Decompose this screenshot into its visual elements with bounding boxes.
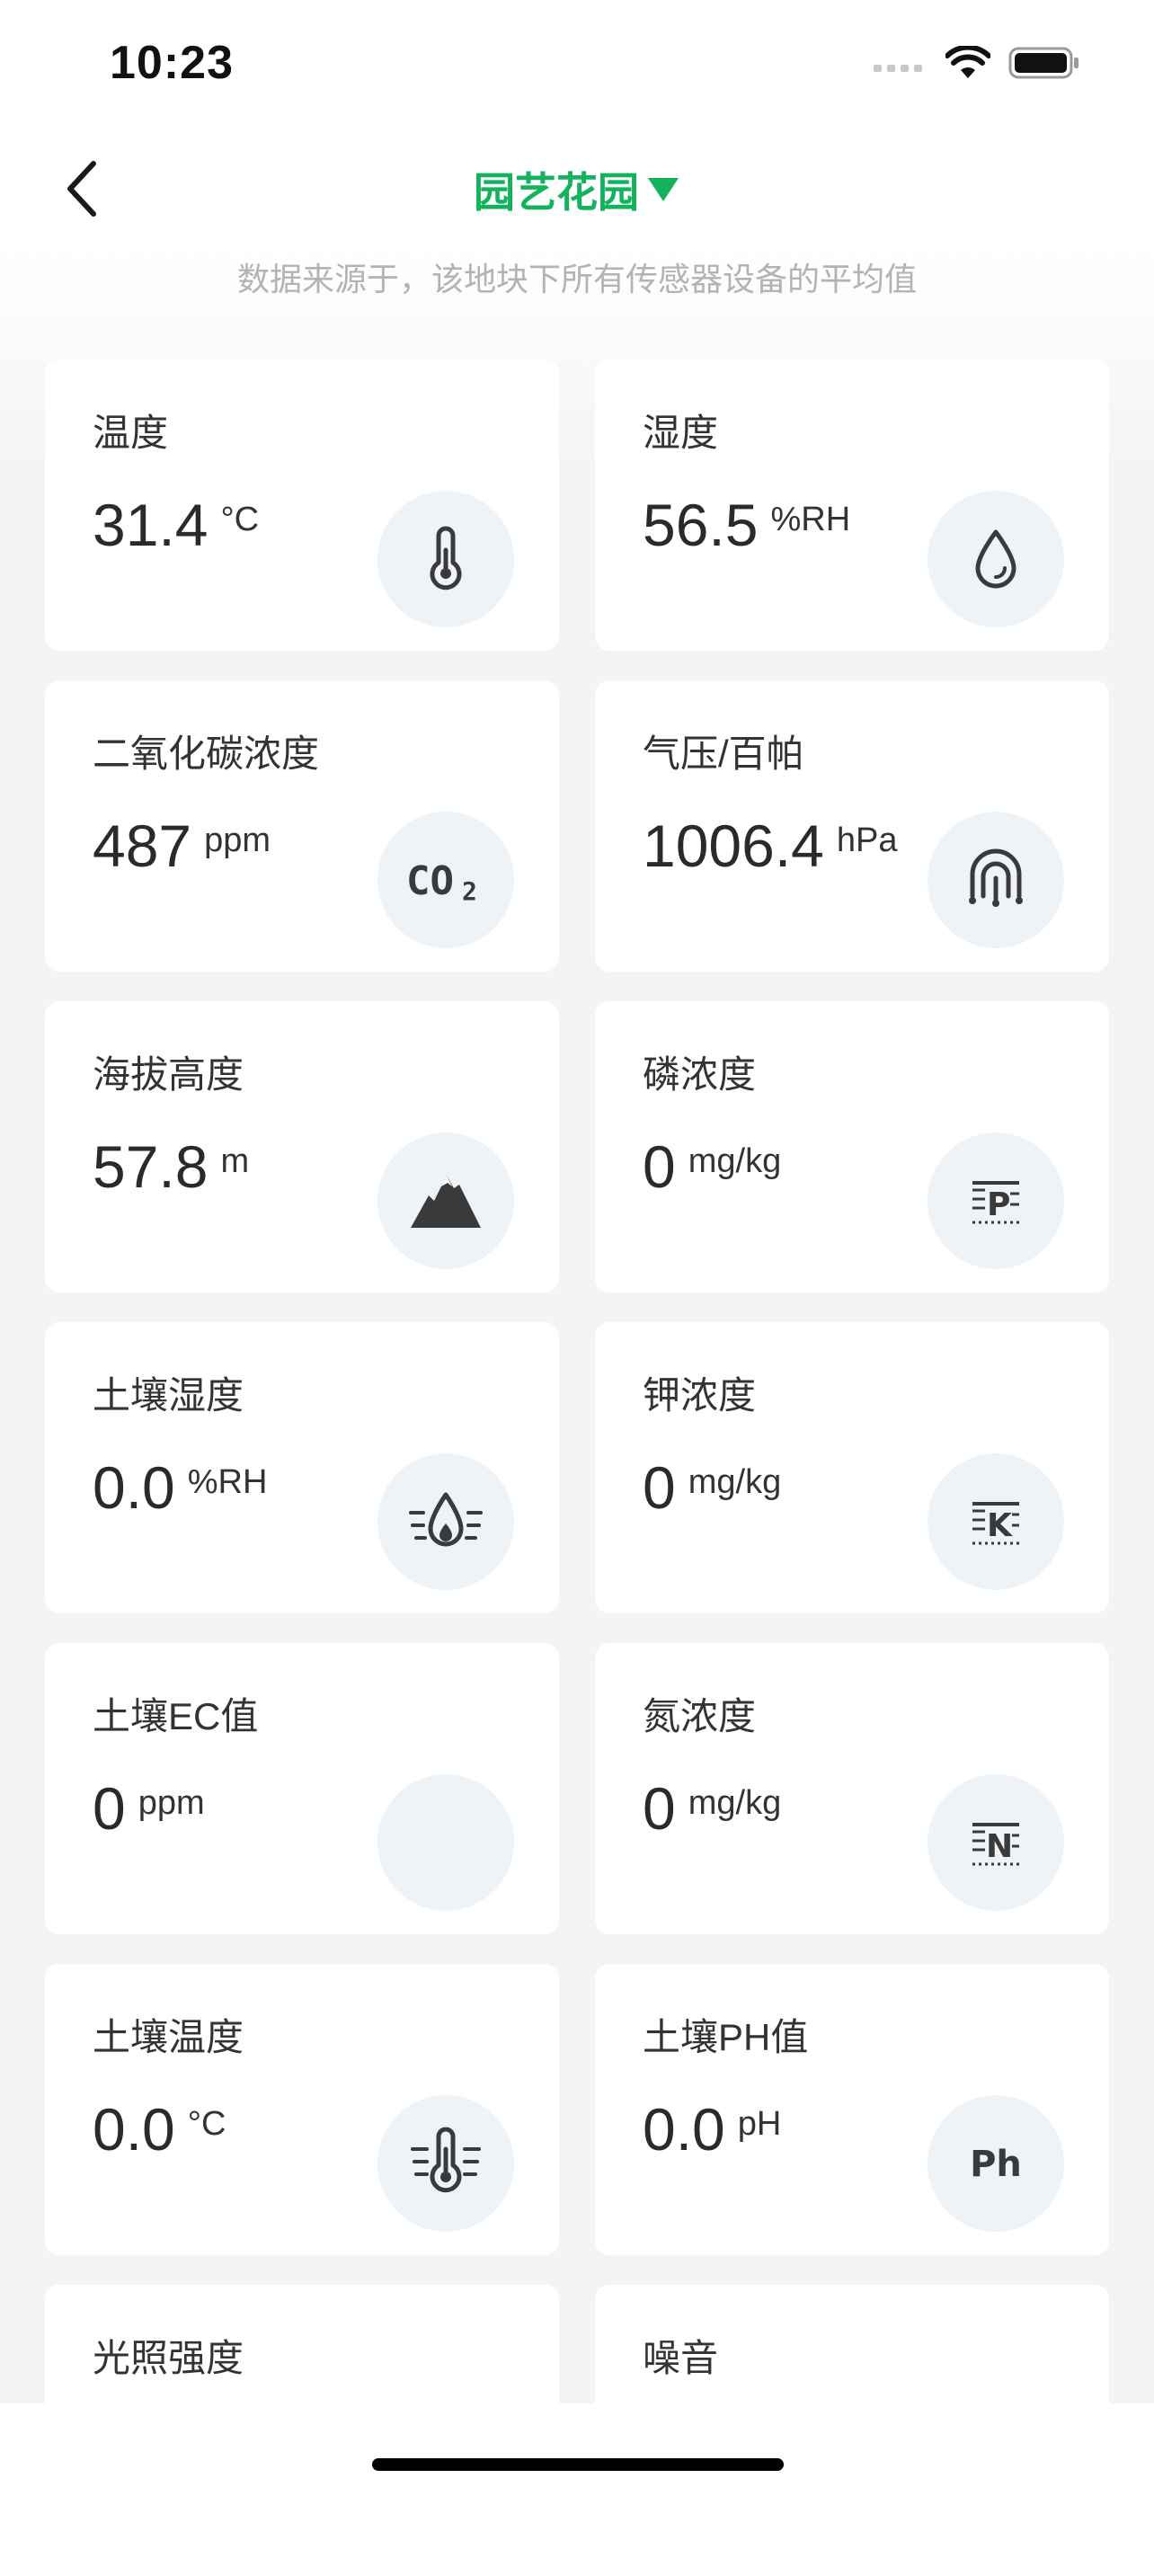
card-value: 57.8 [93,1133,209,1200]
card-reading: 1006.4 hPa [643,813,898,878]
status-time: 10:23 [110,37,234,89]
soil-temperature-icon [377,2095,514,2232]
thermometer-icon [377,491,514,627]
card-value: 0.0 [643,2096,725,2163]
svg-text:P: P [987,1186,1010,1223]
card-label: 噪音 [643,2337,719,2379]
card-reading: 0 ppm [93,1776,205,1841]
svg-text:2: 2 [462,876,477,906]
nitrogen-icon: N [928,1774,1064,1911]
mountain-icon [377,1133,514,1269]
ph-icon: Ph [928,2095,1064,2232]
card-reading: 0 mg/kg [643,1455,781,1520]
card-reading: 57.8 m [93,1134,249,1199]
card-reading: 0 mg/kg [643,1134,781,1199]
card-value: 487 [93,813,192,879]
water-drop-icon [928,491,1064,627]
card-value: 0 [643,1775,676,1842]
card-unit: %RH [187,1463,268,1501]
sensor-grid: 温度 31.4 °C 湿度 56.5 %RH 二氧化碳浓度 487 ppm CO… [45,360,1109,2576]
potassium-icon: K [928,1453,1064,1590]
card-reading: 0.0 pH [643,2097,781,2162]
phosphorus-icon: P [928,1133,1064,1269]
card-label: 氮浓度 [643,1695,757,1737]
card-label: 土壤温度 [93,2016,244,2058]
card-unit: °C [187,2105,226,2143]
card-value: 0.0 [93,1454,175,1521]
card-value: 0 [643,1454,676,1521]
card-unit: mg/kg [688,1784,782,1822]
card-value: 31.4 [93,492,209,558]
card-label: 二氧化碳浓度 [93,733,320,775]
battery-icon [1008,46,1080,84]
card-unit: ppm [204,822,271,859]
ec-icon [377,1774,514,1911]
sensor-card-temperature[interactable]: 温度 31.4 °C [45,360,559,651]
card-label: 温度 [93,412,169,454]
sensor-card-co2[interactable]: 二氧化碳浓度 487 ppm CO 2 [45,680,559,972]
sensor-card-soil-moisture[interactable]: 土壤湿度 0.0 %RH [45,1322,559,1613]
card-unit: mg/kg [688,1463,782,1501]
pressure-icon [928,812,1064,948]
caret-down-icon [648,178,679,201]
card-reading: 0.0 °C [93,2097,226,2162]
plot-selector[interactable]: 园艺花园 [0,160,1154,219]
bottom-safe-area [0,2403,1154,2497]
card-unit: mg/kg [688,1142,782,1180]
card-reading: 487 ppm [93,813,271,878]
svg-text:CO: CO [406,858,454,904]
card-unit: °C [220,501,260,538]
card-value: 56.5 [643,492,759,558]
wifi-icon [945,44,991,84]
card-label: 钾浓度 [643,1374,757,1417]
status-icons [874,44,1080,84]
card-label: 土壤EC值 [93,1695,259,1737]
card-reading: 0 mg/kg [643,1776,781,1841]
card-reading: 31.4 °C [93,493,259,557]
nav-bar: 园艺花园 [0,144,1154,234]
sensor-card-nitrogen[interactable]: 氮浓度 0 mg/kg N [595,1643,1109,1934]
sensor-card-soil-ec[interactable]: 土壤EC值 0 ppm [45,1643,559,1934]
card-value: 0 [93,1775,126,1842]
card-label: 土壤湿度 [93,1374,244,1417]
sensor-card-soil-ph[interactable]: 土壤PH值 0.0 pH Ph [595,1964,1109,2255]
card-unit: ppm [138,1784,205,1822]
card-label: 海拔高度 [93,1053,244,1096]
sensor-card-potassium[interactable]: 钾浓度 0 mg/kg K [595,1322,1109,1613]
card-unit: %RH [770,501,851,538]
sensor-card-altitude[interactable]: 海拔高度 57.8 m [45,1001,559,1292]
card-value: 1006.4 [643,813,824,879]
svg-text:Ph: Ph [970,2144,1022,2185]
soil-moisture-icon [377,1453,514,1590]
card-unit: hPa [836,822,898,859]
card-reading: 56.5 %RH [643,493,850,557]
status-bar: 10:23 [0,0,1154,126]
card-unit: m [220,1142,250,1180]
card-value: 0 [643,1133,676,1200]
card-label: 光照强度 [93,2337,244,2379]
co2-icon: CO 2 [377,812,514,948]
page-title: 园艺花园 [474,169,639,216]
svg-text:N: N [986,1828,1013,1865]
home-indicator[interactable] [372,2458,784,2471]
card-label: 气压/百帕 [643,733,804,775]
data-source-note: 数据来源于，该地块下所有传感器设备的平均值 [236,261,917,298]
card-unit: pH [737,2105,782,2143]
svg-text:K: K [987,1507,1013,1544]
sensor-card-soil-temperature[interactable]: 土壤温度 0.0 °C [45,1964,559,2255]
sensor-card-humidity[interactable]: 湿度 56.5 %RH [595,360,1109,651]
sensor-card-pressure[interactable]: 气压/百帕 1006.4 hPa [595,680,1109,972]
card-label: 磷浓度 [643,1053,757,1096]
card-value: 0.0 [93,2096,175,2163]
sensor-card-phosphorus[interactable]: 磷浓度 0 mg/kg P [595,1001,1109,1292]
cellular-signal-icon [874,54,928,76]
card-label: 湿度 [643,412,719,454]
card-label: 土壤PH值 [643,2016,809,2058]
card-reading: 0.0 %RH [93,1455,267,1520]
